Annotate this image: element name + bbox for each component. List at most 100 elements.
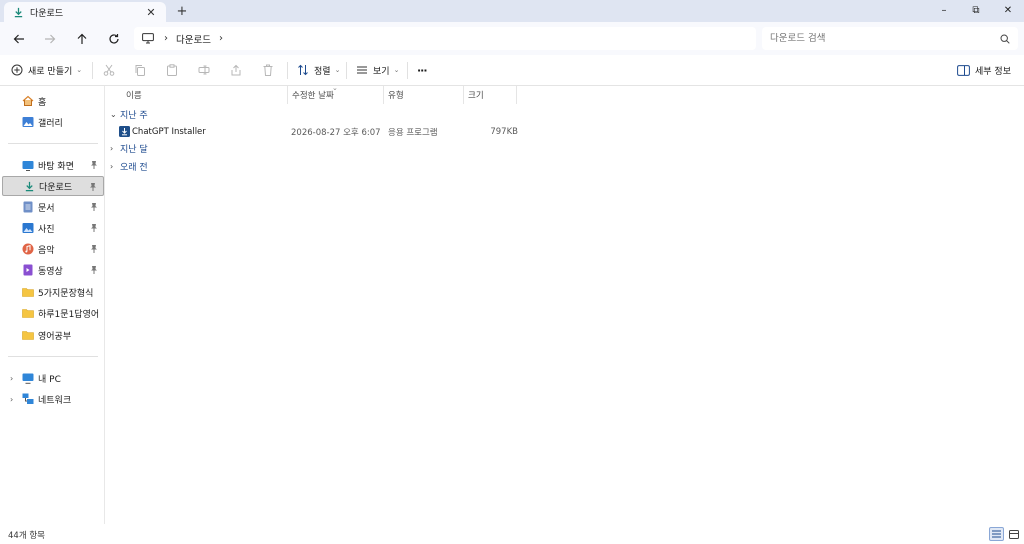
details-pane-button[interactable]: 세부 정보 [957,61,1011,79]
view-label: 보기 [373,66,390,77]
pc-icon [22,372,34,384]
close-window-button[interactable]: ✕ [992,0,1024,20]
folder-icon [22,307,34,319]
search-icon[interactable] [1000,33,1010,44]
sidebar-item-music[interactable]: 음악 [2,239,104,259]
maximize-button[interactable]: ⧉ [960,0,992,20]
paste-icon[interactable] [165,63,179,77]
sidebar-item-documents[interactable]: 문서 [2,197,104,217]
pin-icon[interactable] [90,244,98,253]
refresh-button[interactable] [105,30,123,48]
sidebar-item-desktop[interactable]: 바탕 화면 [2,155,104,175]
column-header-name[interactable]: 이름 [106,86,288,104]
pictures-icon [22,222,34,234]
rename-icon[interactable] [197,63,211,77]
share-icon[interactable] [229,63,243,77]
search-input[interactable] [770,33,1000,44]
new-tab-button[interactable]: + [174,3,190,19]
table-row[interactable]: ChatGPT Installer 2026-08-27 오후 6:07 응용 … [110,123,520,141]
arrow-right-icon [45,34,56,44]
chevron-right-icon[interactable]: › [110,144,120,153]
item-count: 44개 항목 [8,531,45,541]
music-icon [22,243,34,255]
group-header-last-week[interactable]: ⌄ 지난 주 [110,106,148,122]
sidebar-item-folder[interactable]: 하루1문1답영어 [2,303,104,323]
group-header-long-ago[interactable]: › 오래 전 [110,158,148,174]
download-icon [12,6,24,18]
pin-icon[interactable] [90,160,98,169]
sidebar-item-label: 다운로드 [39,182,73,193]
address-bar[interactable]: › 다운로드 › [134,27,756,50]
chevron-down-icon[interactable]: ⌄ [110,110,120,119]
command-bar: 새로 만들기 ⌄ 정렬 ⌄ 보기 ⌄ ··· 세부 정보 [0,55,1024,86]
group-header-last-month[interactable]: › 지난 달 [110,140,148,156]
chevron-right-icon[interactable]: › [10,374,13,383]
more-options-button[interactable]: ··· [417,61,428,79]
arrow-left-icon [13,34,24,44]
sort-button[interactable]: 정렬 ⌄ [297,61,340,79]
search-box[interactable] [762,27,1018,50]
chevron-right-icon[interactable]: › [164,33,168,44]
copy-icon[interactable] [133,63,147,77]
file-name: ChatGPT Installer [132,127,206,137]
toolbar-divider [287,62,288,79]
up-button[interactable] [73,30,91,48]
thumbnail-view-button[interactable] [1006,527,1021,541]
column-header-size[interactable]: 크기 [464,86,517,104]
sidebar-item-label: 영어공부 [38,331,72,342]
sidebar-item-label: 갤러리 [38,118,63,129]
monitor-icon[interactable] [142,33,154,44]
download-icon [23,180,35,192]
video-icon [22,264,34,276]
view-button[interactable]: 보기 ⌄ [356,61,399,79]
navigation-bar: › 다운로드 › [0,22,1024,55]
pin-icon[interactable] [90,265,98,274]
new-label: 새로 만들기 [28,66,73,77]
column-header-type[interactable]: 유형 [384,86,464,104]
cut-icon[interactable] [102,63,116,77]
sidebar-item-label: 홈 [38,97,47,108]
toolbar-divider [407,62,408,79]
details-pane-icon [957,64,970,76]
forward-button[interactable] [41,30,59,48]
tab-downloads[interactable]: 다운로드 ✕ [4,2,166,22]
chevron-right-icon[interactable]: › [10,395,13,404]
chevron-down-icon: ⌄ [393,66,400,74]
delete-icon[interactable] [261,63,275,77]
group-label: 지난 달 [120,144,148,155]
pin-icon[interactable] [90,223,98,232]
group-label: 오래 전 [120,162,148,173]
sidebar-item-folder[interactable]: 영어공부 [2,325,104,345]
sidebar-item-downloads[interactable]: 다운로드 [2,176,104,196]
column-header-modified[interactable]: 수정한 날짜 [288,86,384,104]
pin-icon[interactable] [90,202,98,211]
details-view-button[interactable] [989,527,1004,541]
pin-icon[interactable] [89,182,97,191]
sidebar-item-pictures[interactable]: 사진 [2,218,104,238]
sidebar-item-label: 문서 [38,203,55,214]
sidebar-item-label: 네트워크 [38,395,72,406]
title-bar: 다운로드 ✕ + – ⧉ ✕ [0,0,1024,22]
sidebar-item-label: 음악 [38,245,55,256]
new-button[interactable]: 새로 만들기 ⌄ [11,61,82,79]
chevron-right-icon[interactable]: › [110,162,120,171]
sidebar-item-network[interactable]: › 네트워크 [2,389,104,409]
group-label: 지난 주 [120,110,148,121]
tab-close-icon[interactable]: ✕ [144,5,158,19]
minimize-button[interactable]: – [928,0,960,20]
installer-icon [119,126,130,137]
toolbar-divider [92,62,93,79]
sidebar-item-videos[interactable]: 동영상 [2,260,104,280]
breadcrumb-downloads[interactable]: 다운로드 [176,32,211,46]
sidebar-item-label: 사진 [38,224,55,235]
sidebar-item-this-pc[interactable]: › 내 PC [2,368,104,388]
sidebar-item-home[interactable]: 홈 [2,91,104,111]
tab-title: 다운로드 [30,8,64,19]
sidebar-item-gallery[interactable]: 갤러리 [2,112,104,132]
back-button[interactable] [10,30,28,48]
desktop-icon [22,159,34,171]
details-view-icon [992,530,1001,538]
chevron-right-icon[interactable]: › [219,33,223,44]
sidebar-item-label: 동영상 [38,266,63,277]
sidebar-item-folder[interactable]: 5가지문장형식 [2,282,104,302]
